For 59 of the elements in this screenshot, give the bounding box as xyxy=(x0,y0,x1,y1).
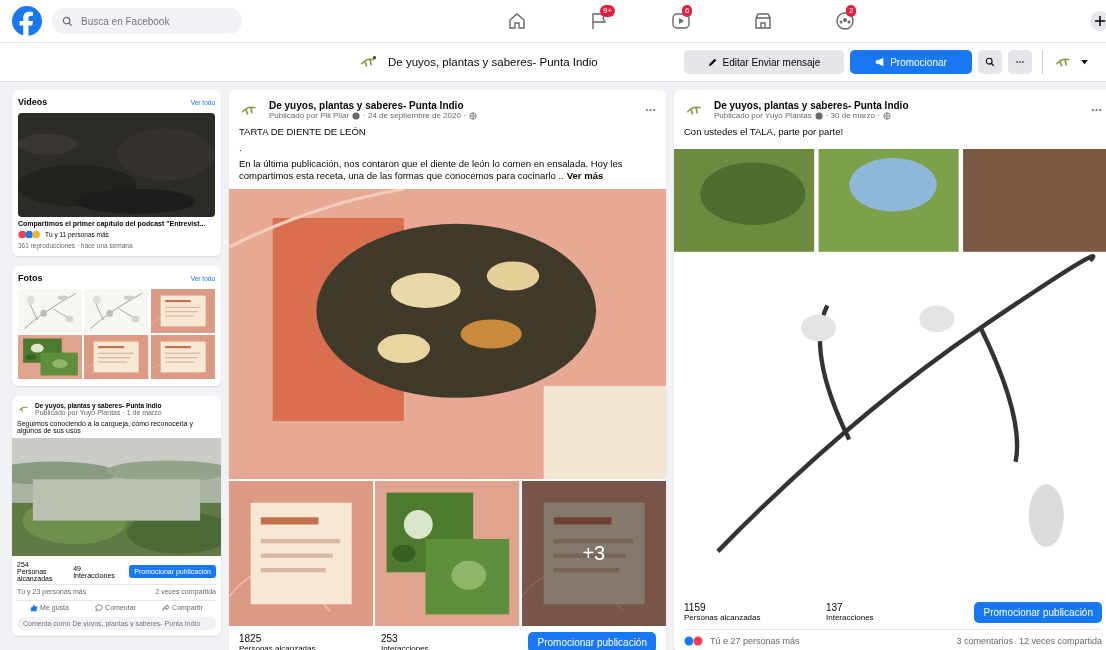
home-icon[interactable] xyxy=(507,11,527,31)
more-photos-button[interactable]: +3 xyxy=(521,481,666,627)
groups-icon[interactable] xyxy=(835,11,855,31)
more-icon[interactable] xyxy=(645,108,656,112)
search-icon xyxy=(985,57,995,67)
thumbs-up-icon xyxy=(30,604,39,613)
search-icon xyxy=(62,15,73,27)
search-button[interactable] xyxy=(978,50,1002,74)
plus-icon[interactable] xyxy=(1090,11,1106,31)
post-text: En la última publicación, nos contaron que el diente de león lo comen en ensalada. Hoy les compartimos esta receta, una de las formas que conocemos para cocinarlo .. Ver más xyxy=(238,156,624,184)
caret-icon[interactable] xyxy=(1081,59,1088,65)
facebook-logo[interactable] xyxy=(12,6,42,36)
card-title: Fotos xyxy=(18,273,43,283)
share-count[interactable]: 12 veces compartida xyxy=(1018,635,1102,646)
reaction-count[interactable]: Tú e 27 personas más xyxy=(710,635,951,646)
notification-badge: 9+ xyxy=(600,5,616,17)
post-date[interactable]: · 30 de marzo · xyxy=(825,111,880,120)
globe-icon xyxy=(468,111,477,120)
verified-icon xyxy=(814,111,823,120)
post-author[interactable]: Publicado por Yuyo Plantas xyxy=(714,111,812,120)
store-icon[interactable] xyxy=(753,11,773,31)
post-date[interactable]: · 24 de septiembre de 2020 · xyxy=(363,111,466,120)
video-icon[interactable] xyxy=(671,11,691,31)
stat-value: 137 xyxy=(826,602,844,614)
more-icon[interactable] xyxy=(1091,108,1102,112)
pencil-icon xyxy=(707,57,718,67)
card-title: Videos xyxy=(18,97,48,107)
promote-button[interactable]: Promocionar xyxy=(850,50,972,74)
search-input[interactable]: Busca en Facebook xyxy=(79,14,223,28)
stat-value: 253 xyxy=(381,632,399,644)
post-title: Con ustedes el TALA, parte por parte! xyxy=(683,125,845,139)
stat-label: Interacciones xyxy=(381,643,430,650)
reaction-icons xyxy=(18,230,42,239)
post-title: TARTA DE DIENTE DE LEÓN xyxy=(238,125,367,139)
speech-bubble-icon xyxy=(95,604,104,613)
page-name[interactable]: De yuyos, plantas y saberes- Punta Indio xyxy=(714,100,1083,111)
promote-post-button[interactable]: Promocionar publicación xyxy=(974,601,1102,623)
verified-icon xyxy=(352,111,361,120)
stat-value: 1825 xyxy=(239,632,263,644)
stat-label: Personas alcanzadas xyxy=(684,613,762,623)
search-field[interactable]: Busca en Facebook xyxy=(52,8,242,34)
page-name[interactable]: De yuyos, plantas y saberes- Punta Indio xyxy=(269,100,637,111)
post-text: . xyxy=(238,140,243,155)
globe-icon xyxy=(882,111,891,120)
reaction-icons xyxy=(684,635,704,646)
edit-button[interactable]: Editar Enviar mensaje xyxy=(684,50,844,74)
comment-count[interactable]: 3 comentarios xyxy=(956,635,1013,646)
flag-icon[interactable] xyxy=(589,11,609,31)
page-name: De yuyos, plantas y saberes- Punta Indio xyxy=(388,56,598,68)
post-author[interactable]: Publicado por Pili Pilar xyxy=(269,111,350,120)
megaphone-icon xyxy=(875,57,886,67)
notification-badge: 6 xyxy=(682,5,693,17)
see-more-link[interactable]: Ver más xyxy=(566,170,604,182)
stat-label: Interacciones xyxy=(826,613,875,623)
stat-value: 1159 xyxy=(684,602,707,614)
notification-badge: 2 xyxy=(846,5,857,17)
share-arrow-icon xyxy=(162,604,171,613)
promote-post-button[interactable]: Promocionar publicación xyxy=(528,632,656,650)
stat-label: Personas alcanzadas xyxy=(239,643,317,650)
